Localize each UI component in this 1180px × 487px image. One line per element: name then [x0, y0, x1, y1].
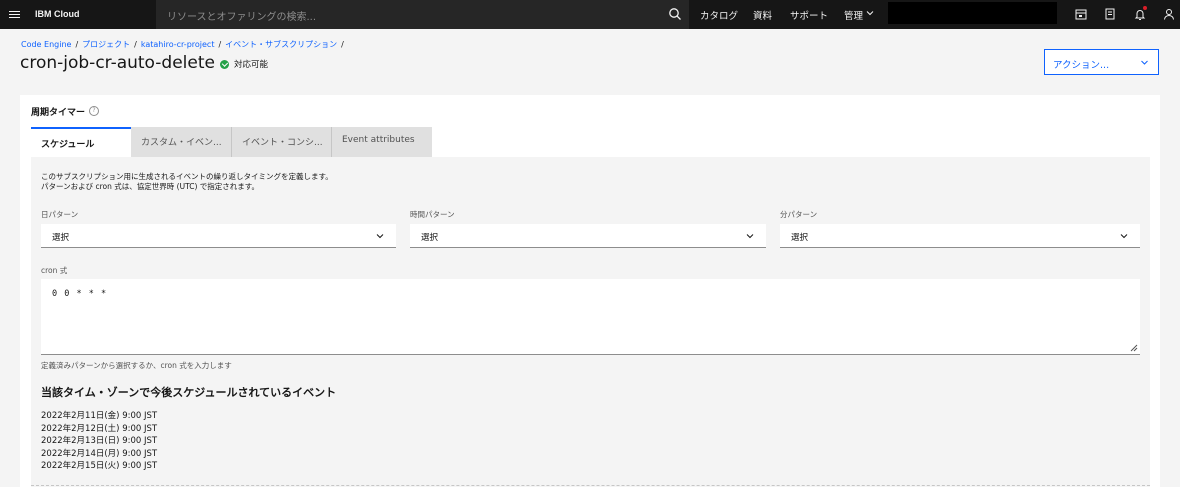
menu-icon[interactable] — [0, 0, 28, 29]
schedule-panel: このサブスクリプション用に生成されるイベントの繰り返しタイミングを定義します。 … — [31, 157, 1150, 487]
tab-schedule[interactable]: スケジュール — [31, 127, 131, 157]
breadcrumb-event-subscriptions[interactable]: イベント・サブスクリプション — [225, 40, 337, 49]
breadcrumb-separator: / — [75, 40, 79, 49]
chevron-down-icon — [866, 11, 874, 16]
account-switcher[interactable] — [888, 2, 1057, 24]
actions-label: アクション... — [1053, 60, 1110, 71]
breadcrumb-projects[interactable]: プロジェクト — [82, 40, 130, 49]
cron-expression-label: cron 式 — [41, 266, 68, 275]
page-title: cron-job-cr-auto-delete — [20, 53, 215, 73]
select-value: 選択 — [421, 233, 439, 243]
actions-dropdown[interactable]: アクション... — [1044, 49, 1159, 75]
chevron-down-icon — [1120, 234, 1128, 239]
select-value: 選択 — [791, 233, 809, 243]
day-pattern-select[interactable]: 選択 — [41, 224, 396, 248]
calendar-icon[interactable] — [1074, 7, 1088, 21]
status-text: 対応可能 — [234, 60, 269, 70]
notification-badge — [1143, 6, 1147, 10]
list-item: 2022年2月11日(金) 9:00 JST — [41, 411, 158, 421]
hour-pattern-select[interactable]: 選択 — [410, 224, 766, 248]
tab-event-attributes[interactable]: Event attributes — [332, 127, 432, 157]
chevron-down-icon — [1141, 60, 1148, 65]
upcoming-events-heading: 当該タイム・ゾーンで今後スケジュールされているイベント — [41, 386, 337, 399]
breadcrumb-separator: / — [341, 40, 344, 49]
hour-pattern-label: 時間パターン — [410, 210, 455, 219]
search-icon[interactable] — [668, 7, 682, 21]
chevron-down-icon — [376, 234, 384, 239]
tab-custom-event[interactable]: カスタム・イベン... — [131, 127, 232, 157]
tab-label: イベント・コンシ... — [242, 138, 323, 148]
cost-estimator-icon[interactable] — [1103, 7, 1117, 21]
minute-pattern-label: 分パターン — [780, 210, 818, 219]
description-line: パターンおよび cron 式は、協定世界時 (UTC) で指定されます。 — [41, 182, 260, 191]
breadcrumb-project[interactable]: katahiro-cr-project — [141, 40, 215, 49]
breadcrumb-code-engine[interactable]: Code Engine — [21, 40, 71, 49]
resize-handle-icon[interactable] — [1130, 344, 1138, 352]
search-placeholder: リソースとオファリングの検索... — [167, 12, 317, 23]
top-nav-bar: IBM Cloud リソースとオファリングの検索... カタログ 資料 サポート… — [0, 0, 1180, 29]
breadcrumb-separator: / — [218, 40, 222, 49]
minute-pattern-select[interactable]: 選択 — [780, 224, 1140, 248]
search-input[interactable]: リソースとオファリングの検索... — [156, 0, 689, 29]
status-indicator: 対応可能 — [220, 58, 268, 70]
description: このサブスクリプション用に生成されるイベントの繰り返しタイミングを定義します。 … — [41, 172, 333, 192]
nav-manage[interactable]: 管理 — [844, 8, 863, 22]
checkmark-icon — [220, 59, 229, 69]
select-value: 選択 — [52, 233, 70, 243]
nav-catalog[interactable]: カタログ — [700, 8, 738, 22]
helper-text: 定義済みパターンから選択するか、cron 式を入力します — [41, 361, 232, 370]
tab-label: スケジュール — [41, 140, 95, 150]
list-item: 2022年2月14日(月) 9:00 JST — [41, 448, 158, 459]
cron-expression-value: 0 0 * * * — [52, 289, 108, 299]
nav-docs[interactable]: 資料 — [753, 8, 772, 22]
list-item: 2022年2月15日(火) 9:00 JST — [41, 461, 158, 471]
breadcrumb: Code Engine / プロジェクト / katahiro-cr-project / イ… — [21, 39, 348, 50]
brand-logo[interactable]: IBM Cloud — [35, 9, 80, 19]
section-label: 周期タイマー — [31, 108, 86, 118]
list-item: 2022年2月12日(土) 9:00 JST — [41, 423, 158, 434]
day-pattern-label: 日パターン — [41, 210, 79, 219]
breadcrumb-separator: / — [134, 40, 137, 49]
user-icon[interactable] — [1162, 7, 1176, 21]
tab-label: Event attributes — [342, 135, 415, 145]
description-line: このサブスクリプション用に生成されるイベントの繰り返しタイミングを定義します。 — [41, 172, 333, 181]
nav-support[interactable]: サポート — [790, 8, 828, 22]
chevron-down-icon — [746, 234, 754, 239]
cron-expression-textarea[interactable]: 0 0 * * * — [41, 279, 1140, 355]
tab-event-consumer[interactable]: イベント・コンシ... — [232, 127, 332, 157]
tab-label: カスタム・イベン... — [141, 138, 222, 148]
list-item: 2022年2月13日(日) 9:00 JST — [41, 436, 158, 446]
help-icon[interactable]: ? — [89, 106, 99, 116]
subscription-card: 周期タイマー ? スケジュール カスタム・イベン... イベント・コンシ... … — [20, 95, 1160, 487]
